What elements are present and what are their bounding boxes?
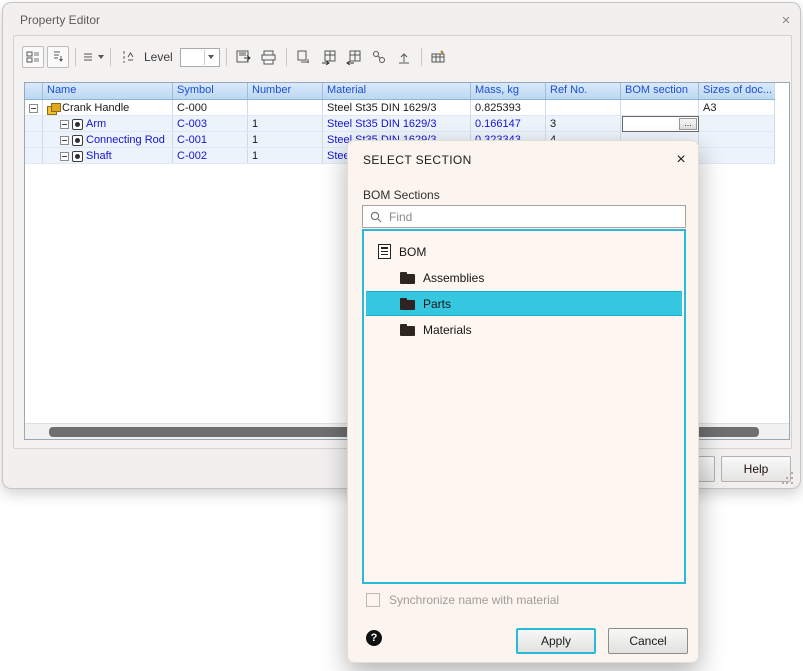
tree-item-bom[interactable]: BOM bbox=[366, 239, 682, 264]
row-gutter bbox=[25, 148, 43, 163]
sizes-cell[interactable] bbox=[699, 148, 775, 163]
cancel-button[interactable]: Cancel bbox=[608, 628, 688, 654]
toolbar-separator bbox=[75, 48, 76, 66]
number-cell[interactable]: 1 bbox=[248, 148, 323, 163]
document-icon bbox=[378, 244, 391, 259]
collapse-icon[interactable] bbox=[29, 104, 38, 113]
sort-icon[interactable] bbox=[47, 46, 69, 68]
sizes-cell[interactable] bbox=[699, 116, 775, 131]
name-cell[interactable]: Crank Handle bbox=[43, 100, 173, 115]
table-row[interactable]: Arm C-003 1 Steel St35 DIN 1629/3 0.1661… bbox=[25, 116, 775, 132]
chevron-down-icon[interactable] bbox=[204, 50, 217, 65]
column-header-number[interactable]: Number bbox=[248, 83, 323, 99]
material-cell[interactable]: Steel St35 DIN 1629/3 bbox=[323, 100, 471, 115]
row-gutter bbox=[25, 116, 43, 131]
select-section-dialog: SELECT SECTION × BOM Sections BOM Assemb… bbox=[347, 140, 699, 663]
bom-section-editor[interactable]: ... bbox=[622, 116, 699, 132]
sizes-cell[interactable]: A3 bbox=[699, 100, 775, 115]
level-label: Level bbox=[144, 50, 173, 64]
help-icon[interactable]: ? bbox=[366, 630, 382, 646]
ref-cell[interactable]: 3 bbox=[546, 116, 621, 131]
column-header-bom-section[interactable]: BOM section bbox=[621, 83, 699, 99]
dialog-title: SELECT SECTION bbox=[363, 153, 472, 167]
toolbar-separator bbox=[421, 48, 422, 66]
toolbar-separator bbox=[226, 48, 227, 66]
find-input[interactable] bbox=[389, 210, 659, 224]
symbol-cell[interactable]: C-000 bbox=[173, 100, 248, 115]
sizes-cell[interactable] bbox=[699, 132, 775, 147]
sync-checkbox-label: Synchronize name with material bbox=[389, 593, 559, 607]
column-header-name[interactable]: Name bbox=[43, 83, 173, 99]
number-cell[interactable] bbox=[248, 100, 323, 115]
mass-cell[interactable]: 0.166147 bbox=[471, 116, 546, 131]
properties-view-icon[interactable] bbox=[22, 46, 44, 68]
folder-icon bbox=[400, 298, 415, 310]
tree-item-parts[interactable]: Parts bbox=[366, 291, 682, 316]
close-icon[interactable]: × bbox=[776, 11, 796, 31]
symbol-cell[interactable]: C-003 bbox=[173, 116, 248, 131]
toolbar: Level bbox=[22, 44, 450, 70]
mass-cell[interactable]: 0.825393 bbox=[471, 100, 546, 115]
row-gutter bbox=[25, 100, 43, 115]
column-header-mass[interactable]: Mass, kg bbox=[471, 83, 546, 99]
search-icon bbox=[370, 211, 382, 223]
bom-sections-label: BOM Sections bbox=[363, 188, 440, 202]
sync-checkbox[interactable] bbox=[366, 593, 380, 607]
close-icon[interactable]: × bbox=[670, 149, 692, 171]
resize-grip-icon[interactable] bbox=[782, 472, 794, 484]
collapse-icon[interactable] bbox=[60, 152, 69, 161]
table-settings-icon[interactable] bbox=[428, 46, 450, 68]
copy-structure-icon[interactable] bbox=[293, 46, 315, 68]
link-icon[interactable] bbox=[368, 46, 390, 68]
row-gutter bbox=[25, 132, 43, 147]
symbol-cell[interactable]: C-002 bbox=[173, 148, 248, 163]
part-icon bbox=[72, 151, 83, 162]
number-cell[interactable]: 1 bbox=[248, 116, 323, 131]
name-cell[interactable]: Shaft bbox=[43, 148, 173, 163]
bom-section-cell[interactable] bbox=[621, 100, 699, 115]
level-combobox[interactable] bbox=[180, 48, 220, 67]
folder-icon bbox=[400, 272, 415, 284]
toolbar-separator bbox=[286, 48, 287, 66]
window-title: Property Editor bbox=[20, 13, 100, 27]
name-cell[interactable]: Connecting Rod bbox=[43, 132, 173, 147]
folder-icon bbox=[400, 324, 415, 336]
number-cell[interactable]: 1 bbox=[248, 132, 323, 147]
collapse-icon[interactable] bbox=[60, 120, 69, 129]
renumber-icon[interactable] bbox=[117, 46, 139, 68]
column-header-sizes[interactable]: Sizes of doc... bbox=[699, 83, 775, 99]
symbol-cell[interactable]: C-001 bbox=[173, 132, 248, 147]
list-options-dropdown-icon[interactable] bbox=[82, 46, 104, 68]
table-row[interactable]: Crank Handle C-000 Steel St35 DIN 1629/3… bbox=[25, 100, 775, 116]
tree-item-assemblies[interactable]: Assemblies bbox=[366, 265, 682, 290]
part-icon bbox=[72, 135, 83, 146]
name-cell[interactable]: Arm bbox=[43, 116, 173, 131]
sync-checkbox-row: Synchronize name with material bbox=[366, 593, 559, 607]
unlink-icon[interactable] bbox=[393, 46, 415, 68]
column-header-symbol[interactable]: Symbol bbox=[173, 83, 248, 99]
insert-column-icon[interactable] bbox=[343, 46, 365, 68]
material-cell[interactable]: Steel St35 DIN 1629/3 bbox=[323, 116, 471, 131]
table-header: Name Symbol Number Material Mass, kg Ref… bbox=[25, 83, 775, 100]
header-gutter bbox=[25, 83, 43, 99]
assembly-icon bbox=[47, 103, 59, 114]
export-icon[interactable] bbox=[233, 46, 255, 68]
insert-row-icon[interactable] bbox=[318, 46, 340, 68]
print-icon[interactable] bbox=[258, 46, 280, 68]
column-header-ref[interactable]: Ref No. bbox=[546, 83, 621, 99]
apply-button[interactable]: Apply bbox=[516, 628, 596, 654]
tree-item-materials[interactable]: Materials bbox=[366, 317, 682, 342]
help-button[interactable]: Help bbox=[721, 456, 791, 482]
collapse-icon[interactable] bbox=[60, 136, 69, 145]
toolbar-separator bbox=[110, 48, 111, 66]
find-box[interactable] bbox=[362, 205, 686, 228]
browse-ellipsis-button[interactable]: ... bbox=[679, 118, 697, 130]
ref-cell[interactable] bbox=[546, 100, 621, 115]
column-header-material[interactable]: Material bbox=[323, 83, 471, 99]
part-icon bbox=[72, 119, 83, 130]
bom-sections-tree: BOM Assemblies Parts Materials bbox=[362, 229, 686, 584]
